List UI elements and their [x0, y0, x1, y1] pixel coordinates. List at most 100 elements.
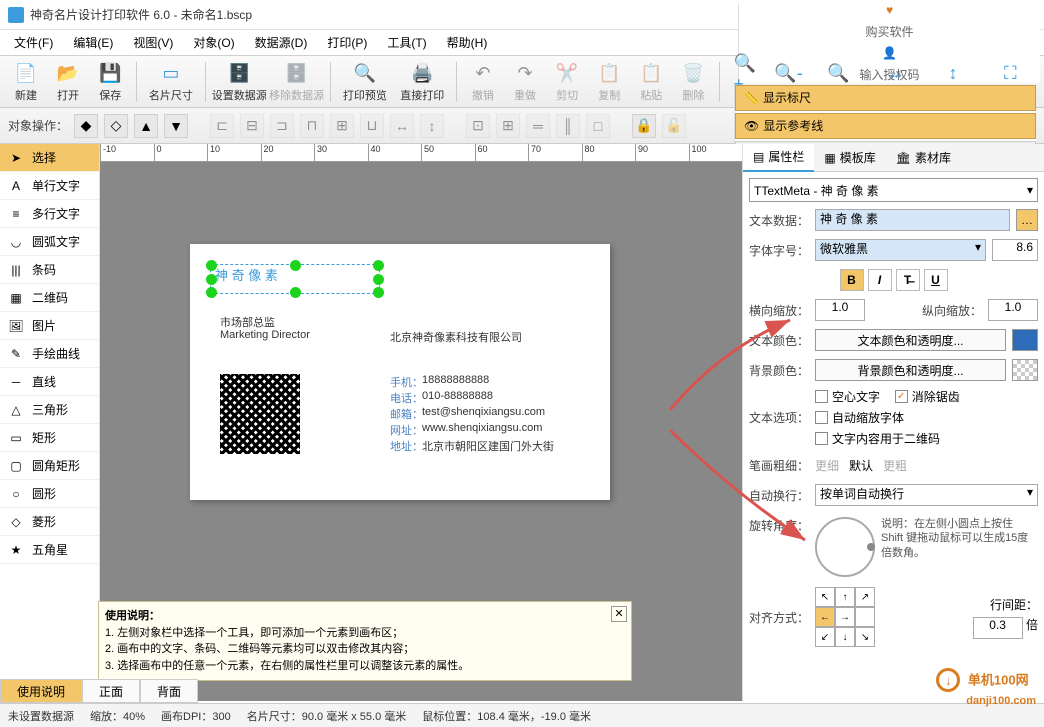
- tool-select[interactable]: ➤选择: [0, 144, 99, 172]
- open-button[interactable]: 📂打开: [48, 61, 88, 103]
- fontsize-input[interactable]: 8.6: [992, 239, 1038, 261]
- menu-file[interactable]: 文件(F): [4, 34, 63, 51]
- same-h-icon[interactable]: ║: [556, 114, 580, 138]
- tool-text[interactable]: A单行文字: [0, 172, 99, 200]
- align-top-icon[interactable]: ⊓: [300, 114, 324, 138]
- bold-button[interactable]: B: [840, 269, 864, 291]
- align-pad[interactable]: ↖↑↗ ←→ ↙↓↘: [815, 587, 875, 647]
- card-web-l[interactable]: 网址：: [390, 422, 423, 438]
- print-button[interactable]: 🖨️直接打印: [395, 61, 450, 103]
- card-dept-en[interactable]: Marketing Director: [220, 329, 310, 341]
- hollow-checkbox[interactable]: 空心文字 ✓消除锯齿: [815, 388, 1038, 405]
- card-phone-l[interactable]: 手机：: [390, 374, 423, 390]
- card-tel-l[interactable]: 电话：: [390, 390, 423, 406]
- card-company[interactable]: 北京神奇像素科技有限公司: [390, 329, 522, 345]
- rotate-wheel[interactable]: [815, 517, 875, 577]
- layer-down-icon[interactable]: ◇: [104, 114, 128, 138]
- cardsize-button[interactable]: ▭名片尺寸: [143, 61, 198, 103]
- wrap-select[interactable]: 按单词自动换行▾: [815, 484, 1038, 506]
- linespace-input[interactable]: 0.3: [973, 617, 1023, 639]
- tab-templates[interactable]: ▦模板库: [814, 144, 885, 172]
- same-w-icon[interactable]: ═: [526, 114, 550, 138]
- lock-icon[interactable]: 🔒: [632, 114, 656, 138]
- italic-button[interactable]: I: [868, 269, 892, 291]
- align-left-icon[interactable]: ⊏: [210, 114, 234, 138]
- tab-help[interactable]: 使用说明: [0, 679, 82, 703]
- qr-code[interactable]: [220, 374, 300, 454]
- menu-datasource[interactable]: 数据源(D): [245, 34, 318, 51]
- stroke-radio[interactable]: 更细 默认 更粗: [815, 457, 907, 474]
- bgcolor-swatch[interactable]: [1012, 359, 1038, 381]
- tool-triangle[interactable]: △三角形: [0, 396, 99, 424]
- font-select[interactable]: 微软雅黑▾: [815, 239, 986, 261]
- preview-button[interactable]: 🔍打印预览: [337, 61, 392, 103]
- tab-assets[interactable]: 🏛素材库: [886, 144, 961, 172]
- textcolor-swatch[interactable]: [1012, 329, 1038, 351]
- tool-multitext[interactable]: ≡多行文字: [0, 200, 99, 228]
- paste-button[interactable]: 📋粘贴: [631, 61, 671, 103]
- bgcolor-button[interactable]: 背景颜色和透明度...: [815, 359, 1006, 381]
- delete-button[interactable]: 🗑️删除: [673, 61, 713, 103]
- same-wh-icon[interactable]: □: [586, 114, 610, 138]
- scalex-input[interactable]: 1.0: [815, 299, 865, 321]
- tool-arctext[interactable]: ◡圆弧文字: [0, 228, 99, 256]
- dist-h-icon[interactable]: ↔: [390, 114, 414, 138]
- tab-back[interactable]: 背面: [140, 679, 198, 703]
- ungroup-icon[interactable]: ⊞: [496, 114, 520, 138]
- card-dept[interactable]: 市场部总监: [220, 314, 275, 330]
- tab-front[interactable]: 正面: [82, 679, 140, 703]
- menu-object[interactable]: 对象(O): [183, 34, 244, 51]
- menu-view[interactable]: 视图(V): [123, 34, 183, 51]
- toggle-guide[interactable]: 👁显示参考线: [735, 113, 1036, 139]
- underline-button[interactable]: U: [924, 269, 948, 291]
- card-addr-l[interactable]: 地址：: [390, 438, 423, 454]
- redo-button[interactable]: ↷重做: [505, 61, 545, 103]
- scaley-input[interactable]: 1.0: [988, 299, 1038, 321]
- menu-print[interactable]: 打印(P): [317, 34, 377, 51]
- menu-tools[interactable]: 工具(T): [377, 34, 436, 51]
- tool-star[interactable]: ★五角星: [0, 536, 99, 564]
- group-icon[interactable]: ⊡: [466, 114, 490, 138]
- buy-link[interactable]: 购买软件: [855, 23, 923, 40]
- autoscale-checkbox[interactable]: 自动缩放字体: [815, 409, 1038, 426]
- tool-circle[interactable]: ○圆形: [0, 480, 99, 508]
- card-mail-l[interactable]: 邮箱：: [390, 406, 423, 422]
- align-mid-icon[interactable]: ⊞: [330, 114, 354, 138]
- menu-help[interactable]: 帮助(H): [437, 34, 498, 51]
- textdata-input[interactable]: 神 奇 像 素: [815, 209, 1010, 231]
- selected-text[interactable]: 神 奇 像 素: [210, 264, 380, 294]
- align-right-icon[interactable]: ⊐: [270, 114, 294, 138]
- layer-top-icon[interactable]: ▲: [134, 114, 158, 138]
- tool-diamond[interactable]: ◇菱形: [0, 508, 99, 536]
- layer-bot-icon[interactable]: ▼: [164, 114, 188, 138]
- tool-roundrect[interactable]: ▢圆角矩形: [0, 452, 99, 480]
- align-center-icon[interactable]: ⊟: [240, 114, 264, 138]
- tool-freehand[interactable]: ✎手绘曲线: [0, 340, 99, 368]
- align-bottom-icon[interactable]: ⊔: [360, 114, 384, 138]
- tab-properties[interactable]: ▤属性栏: [743, 144, 814, 172]
- cut-button[interactable]: ✂️剪切: [547, 61, 587, 103]
- textdata-more-button[interactable]: …: [1016, 209, 1038, 231]
- tool-barcode[interactable]: |||条码: [0, 256, 99, 284]
- element-type-combo[interactable]: TTextMeta - 神 奇 像 素▾: [749, 178, 1038, 202]
- tool-line[interactable]: ─直线: [0, 368, 99, 396]
- strike-button[interactable]: T̶: [896, 269, 920, 291]
- dist-v-icon[interactable]: ↕: [420, 114, 444, 138]
- copy-button[interactable]: 📋复制: [589, 61, 629, 103]
- menu-edit[interactable]: 编辑(E): [63, 34, 123, 51]
- tool-qrcode[interactable]: ▦二维码: [0, 284, 99, 312]
- unlock-icon[interactable]: 🔓: [662, 114, 686, 138]
- tool-rect[interactable]: ▭矩形: [0, 424, 99, 452]
- save-button[interactable]: 💾保存: [90, 61, 130, 103]
- tool-image[interactable]: 🖼图片: [0, 312, 99, 340]
- layer-up-icon[interactable]: ◆: [74, 114, 98, 138]
- business-card[interactable]: 神 奇 像 素 市场部总监 Marketing Director 北京神奇像素科…: [190, 244, 610, 500]
- undo-button[interactable]: ↶撤销: [463, 61, 503, 103]
- textcolor-button[interactable]: 文本颜色和透明度...: [815, 329, 1006, 351]
- qrcontent-checkbox[interactable]: 文字内容用于二维码: [815, 430, 1038, 447]
- rmds-button[interactable]: 🗄️移除数据源: [269, 61, 324, 103]
- help-close-button[interactable]: ✕: [611, 606, 627, 622]
- toggle-ruler[interactable]: 📏显示标尺: [735, 85, 1036, 111]
- new-button[interactable]: 📄新建: [6, 61, 46, 103]
- setds-button[interactable]: 🗄️设置数据源: [212, 61, 267, 103]
